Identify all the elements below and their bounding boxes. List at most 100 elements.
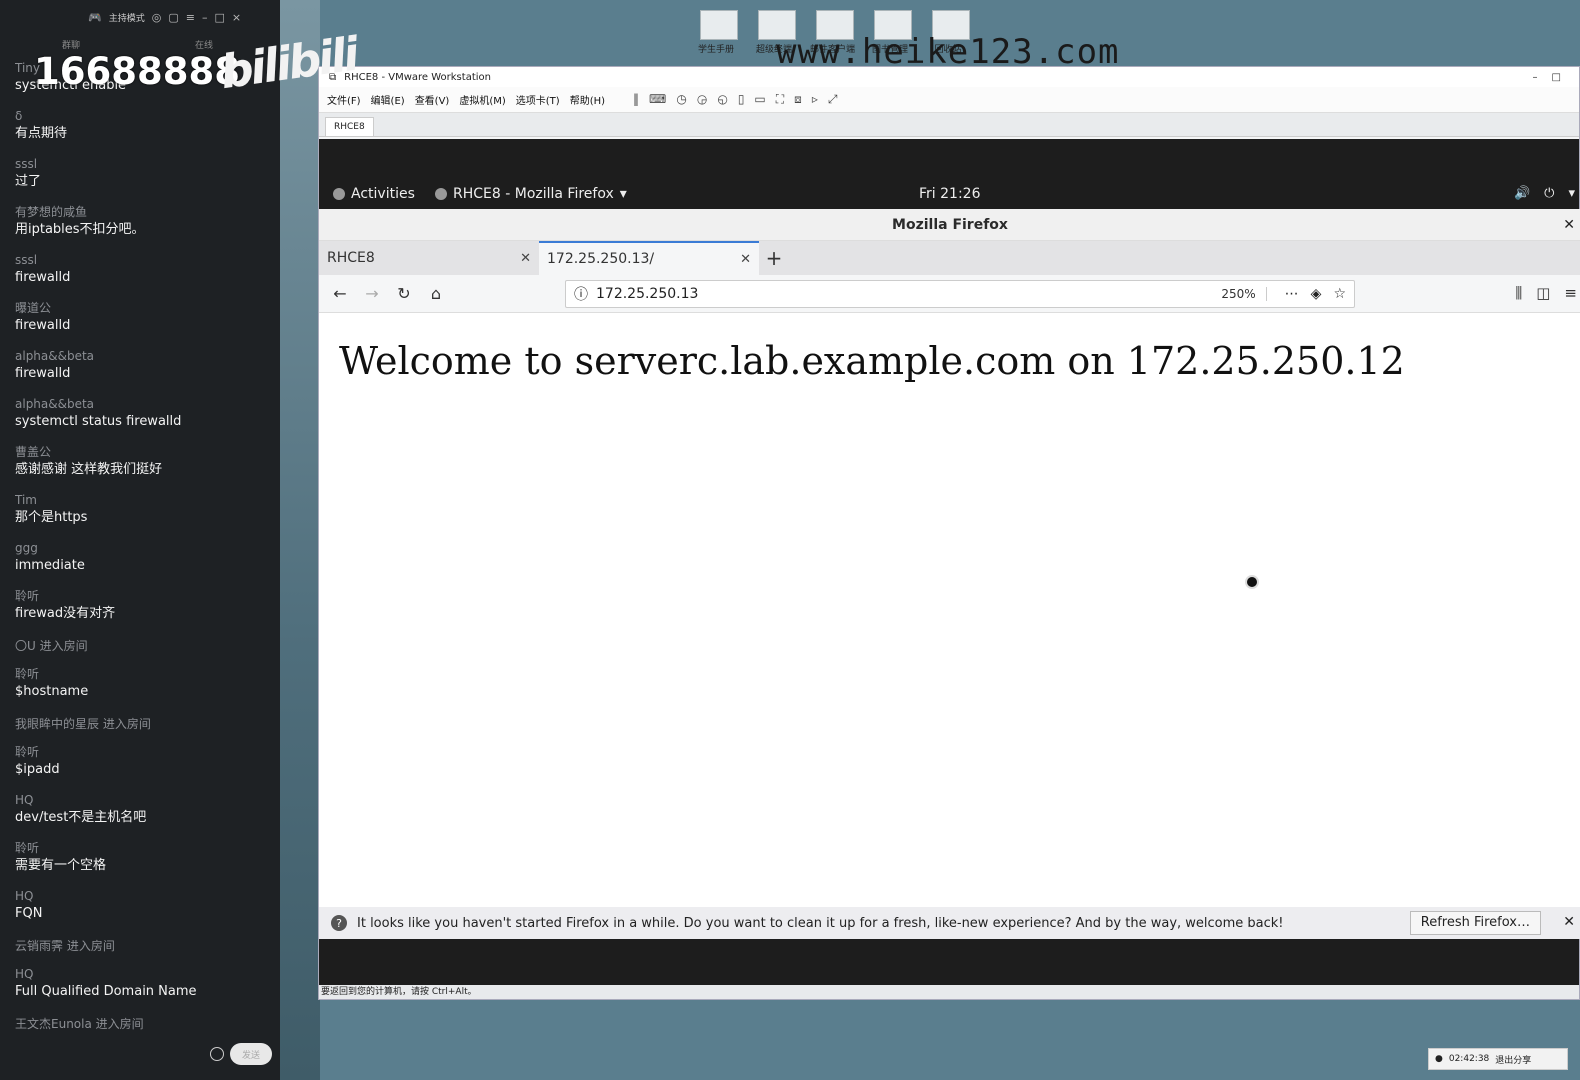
chat-message: ggg immediate (15, 540, 275, 588)
chat-username[interactable]: HQ (15, 792, 275, 810)
console-icon[interactable]: ▹ (812, 92, 818, 107)
chat-input-bar: 发送 (210, 1043, 272, 1065)
send-button[interactable]: 发送 (230, 1043, 272, 1065)
bookmark-star-icon[interactable]: ☆ (1333, 286, 1346, 302)
chat-username[interactable]: ggg (15, 540, 275, 558)
tab-close-icon[interactable]: ✕ (520, 251, 531, 266)
chat-username[interactable]: alpha&&beta (15, 348, 275, 366)
page-heading: Welcome to serverc.lab.example.com on 17… (339, 339, 1405, 383)
snapshot-manager-icon[interactable]: ◵ (717, 92, 727, 107)
chat-text: $hostname (15, 684, 89, 699)
hamburger-menu-icon[interactable]: ≡ (1564, 284, 1577, 302)
firefox-window: Mozilla Firefox ✕ RHCE8 ✕ 172.25.250.13/… (319, 209, 1580, 939)
system-menu[interactable]: 🔊 ⏻ ▾ (1514, 186, 1575, 201)
reload-icon[interactable]: ↻ (393, 283, 415, 305)
snapshot-icon[interactable]: ◷ (676, 92, 686, 107)
activities-button[interactable]: Activities (333, 186, 415, 202)
stretch-icon[interactable]: ⤢ (828, 92, 838, 107)
chat-username[interactable]: Tim (15, 492, 275, 510)
chat-text: systemctl status firewalld (15, 414, 182, 429)
tab-server-ip[interactable]: 172.25.250.13/ ✕ (539, 241, 759, 275)
chat-text: firewalld (15, 318, 71, 333)
chat-panel: 🎮 主持模式 ◎ ▢ ≡ – □ × 群聊 在线 Tiny systemctl e… (0, 0, 280, 1080)
home-icon[interactable]: ⌂ (425, 283, 447, 305)
zoom-indicator[interactable]: 250% (1221, 287, 1267, 301)
chat-message: 聆听 需要有一个空格 (15, 840, 275, 888)
exit-share-button[interactable]: 退出分享 (1495, 1053, 1531, 1066)
chat-top-bar: 🎮 主持模式 ◎ ▢ ≡ – □ × (0, 0, 280, 34)
menu-help[interactable]: 帮助(H) (570, 92, 605, 107)
chat-username[interactable]: HQ (15, 966, 275, 984)
chat-username[interactable]: sssl (15, 252, 275, 270)
firefox-navbar: ← → ↻ ⌂ ⓘ 172.25.250.13 250% ⋯ ◈ ☆ ⫼ ◫ ≡ (319, 275, 1580, 313)
menu-vm[interactable]: 虚拟机(M) (459, 92, 505, 107)
sidebar-icon[interactable]: ◫ (1536, 284, 1550, 302)
pocket-icon[interactable]: ◈ (1311, 286, 1322, 302)
tab-rhce8[interactable]: RHCE8 ✕ (319, 241, 539, 275)
chat-text: 用iptables不扣分吧。 (15, 222, 145, 237)
maximize-icon[interactable]: □ (214, 11, 224, 24)
close-icon[interactable]: × (232, 11, 241, 24)
window-icon[interactable]: ▢ (168, 11, 178, 24)
app-menu[interactable]: RHCE8 - Mozilla Firefox ▾ (435, 186, 627, 202)
vm-maximize-icon[interactable]: □ (1552, 72, 1561, 83)
notification-text: It looks like you haven't started Firefo… (357, 915, 1284, 931)
tab-label: RHCE8 (327, 250, 375, 266)
chat-username[interactable]: sssl (15, 156, 275, 174)
chat-username[interactable]: alpha&&beta (15, 396, 275, 414)
menu-tabs[interactable]: 选项卡(T) (516, 92, 560, 107)
chat-username[interactable]: 聆听 (15, 666, 275, 684)
pause-icon[interactable]: ‖ (633, 92, 639, 107)
vm-minimize-icon[interactable]: – (1533, 72, 1538, 83)
chat-username[interactable]: 有梦想的咸鱼 (15, 204, 275, 222)
tab-close-icon[interactable]: ✕ (740, 252, 751, 267)
page-actions-icon[interactable]: ⋯ (1285, 286, 1299, 302)
chat-username[interactable]: 〇U 进入房间 (15, 638, 275, 656)
vm-tab-rhce8[interactable]: RHCE8 (325, 117, 374, 136)
guest-display: Activities RHCE8 - Mozilla Firefox ▾ Fri… (319, 139, 1580, 985)
chat-username[interactable]: 曝道公 (15, 300, 275, 318)
chat-username[interactable]: 我眼眸中的星辰 进入房间 (15, 716, 275, 734)
library-icon[interactable]: ⫼ (1515, 284, 1522, 302)
info-icon[interactable]: ⓘ (574, 284, 588, 304)
chat-message: sssl firewalld (15, 252, 275, 300)
menu-file[interactable]: 文件(F) (327, 92, 361, 107)
new-tab-button[interactable]: + (759, 241, 789, 275)
minimize-icon[interactable]: – (202, 11, 208, 24)
back-icon[interactable]: ← (329, 283, 351, 305)
chat-username[interactable]: 曹盖公 (15, 444, 275, 462)
forward-icon[interactable]: → (361, 283, 383, 305)
chat-message: HQ FQN (15, 888, 275, 936)
url-bar[interactable]: ⓘ 172.25.250.13 250% ⋯ ◈ ☆ (565, 280, 1355, 308)
chat-username[interactable]: 王文杰Eunola 进入房间 (15, 1016, 275, 1034)
revert-snapshot-icon[interactable]: ◶ (697, 92, 707, 107)
emoji-icon[interactable] (210, 1047, 224, 1061)
vmware-menubar: 文件(F) 编辑(E) 查看(V) 虚拟机(M) 选项卡(T) 帮助(H) ‖ … (319, 87, 1579, 113)
firefox-window-title: Mozilla Firefox (892, 217, 1008, 233)
settings-icon[interactable]: ◎ (152, 11, 162, 24)
menu-edit[interactable]: 编辑(E) (371, 92, 405, 107)
chat-username[interactable]: 聆听 (15, 840, 275, 858)
sidebar-toggle-icon[interactable]: ▯ (738, 92, 745, 107)
url-text[interactable]: 172.25.250.13 (596, 286, 698, 302)
clock[interactable]: Fri 21:26 (919, 186, 980, 202)
thumbnail-icon[interactable]: ▭ (754, 92, 765, 107)
chat-username[interactable]: 云销雨霁 进入房间 (15, 938, 275, 956)
chat-text: $ipadd (15, 762, 60, 777)
share-timer: 02:42:38 (1448, 1054, 1490, 1064)
refresh-firefox-button[interactable]: Refresh Firefox… (1409, 911, 1541, 935)
notification-close-icon[interactable]: ✕ (1563, 914, 1575, 930)
fullscreen-icon[interactable]: ⛶ (776, 92, 784, 107)
send-keys-icon[interactable]: ⌨ (649, 92, 666, 107)
chat-username[interactable]: δ (15, 108, 275, 126)
unity-icon[interactable]: ⧈ (794, 92, 802, 107)
chat-text: FQN (15, 906, 43, 921)
mouse-cursor-icon (1245, 575, 1259, 589)
menu-icon[interactable]: ≡ (186, 11, 195, 24)
menu-view[interactable]: 查看(V) (415, 92, 450, 107)
chat-username[interactable]: 聆听 (15, 588, 275, 606)
desktop-shortcut[interactable]: 学生手册 (698, 10, 738, 55)
firefox-close-icon[interactable]: ✕ (1563, 209, 1575, 241)
chat-username[interactable]: 聆听 (15, 744, 275, 762)
chat-username[interactable]: HQ (15, 888, 275, 906)
